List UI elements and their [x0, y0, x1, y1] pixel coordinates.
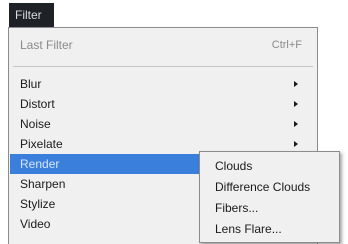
filter-menu-button[interactable]: Filter: [9, 3, 54, 27]
menu-item-label: Sharpen: [20, 177, 66, 191]
submenu-item-lens-flare[interactable]: Lens Flare...: [215, 219, 282, 239]
menu-item-label: Blur: [20, 77, 42, 91]
menu-item-label: Noise: [20, 117, 51, 131]
menu-item-label: Render: [20, 157, 60, 171]
submenu-item-fibers[interactable]: Fibers...: [215, 198, 258, 218]
menu-item-label: Distort: [20, 97, 55, 111]
menu-item-distort[interactable]: Distort: [10, 94, 316, 114]
menu-item-last-filter: Last Filter Ctrl+F: [10, 35, 316, 55]
submenu-arrow-icon: [294, 101, 298, 107]
menu-item-video[interactable]: Video: [10, 214, 200, 234]
menu-item-blur[interactable]: Blur: [10, 74, 316, 94]
submenu-item-difference-clouds[interactable]: Difference Clouds: [215, 177, 310, 197]
menu-item-label: Video: [20, 217, 51, 231]
menu-item-noise[interactable]: Noise: [10, 114, 316, 134]
submenu-item-clouds[interactable]: Clouds: [215, 156, 252, 176]
menu-item-sharpen[interactable]: Sharpen: [10, 174, 200, 194]
menu-item-render[interactable]: Render: [10, 154, 200, 174]
menu-item-label: Stylize: [20, 197, 56, 211]
menu-separator: [13, 66, 313, 67]
photo-editor-screen: Filter Last Filter Ctrl+F Blur Distort N…: [0, 0, 348, 244]
filter-menu-label: Filter: [15, 8, 42, 22]
submenu-arrow-icon: [294, 141, 298, 147]
menu-item-stylize[interactable]: Stylize: [10, 194, 200, 214]
last-filter-shortcut: Ctrl+F: [271, 39, 302, 51]
submenu-arrow-icon: [294, 121, 298, 127]
menu-item-label: Pixelate: [20, 137, 63, 151]
last-filter-label: Last Filter: [20, 38, 73, 52]
render-submenu: Clouds Difference Clouds Fibers... Lens …: [199, 151, 340, 243]
submenu-arrow-icon: [294, 81, 298, 87]
